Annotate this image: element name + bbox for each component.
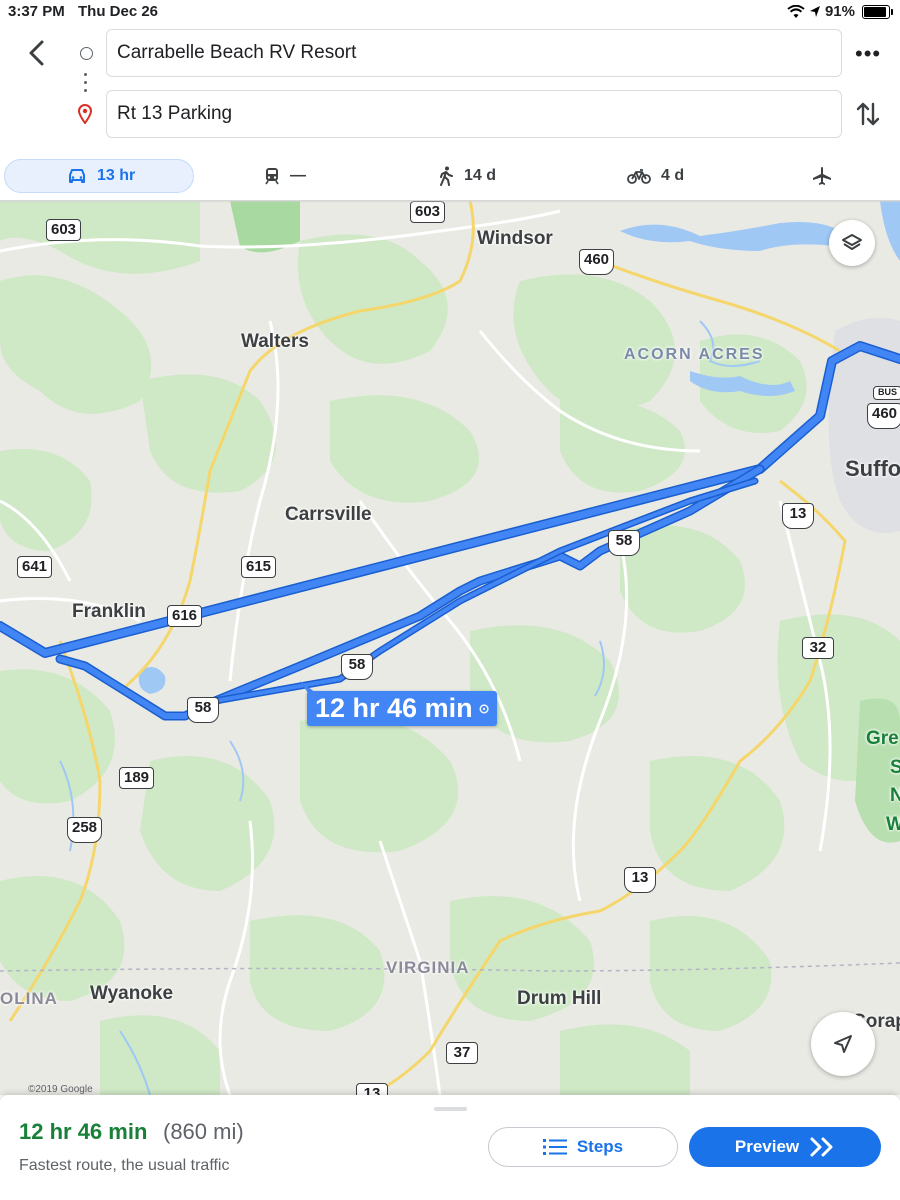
walking-icon [440, 166, 453, 186]
place-label: N [890, 785, 900, 806]
tab-drive-label: 13 hr [97, 167, 136, 184]
route-distance: (860 mi) [163, 1119, 244, 1144]
swap-icon[interactable] [856, 100, 880, 128]
tab-bike-label: 4 d [661, 167, 685, 184]
status-time: 3:37 PM [8, 3, 65, 20]
route-shield: 37 [446, 1042, 478, 1064]
map-copyright: ©2019 Google [28, 1084, 93, 1095]
route-shield: 460 [867, 403, 900, 429]
route-shield: 258 [67, 817, 103, 843]
status-right: 91% [787, 3, 893, 20]
train-icon [265, 168, 279, 185]
car-icon [69, 169, 85, 183]
tabs-divider [0, 200, 900, 203]
sheet-grabber[interactable] [434, 1107, 467, 1111]
wifi-icon [787, 4, 805, 18]
steps-button[interactable]: Steps [488, 1127, 678, 1167]
route-shield: 58 [608, 530, 640, 556]
route-shield: 460 [579, 249, 615, 275]
route-shield: 13 [356, 1083, 388, 1095]
destination-field[interactable]: Rt 13 Parking [106, 90, 842, 138]
place-label: W [886, 814, 900, 835]
place-label: OLINA [0, 989, 58, 1008]
airplane-icon [813, 167, 831, 185]
route-connector-icon [84, 73, 88, 97]
status-bar: 3:37 PM Thu Dec 26 91% [0, 0, 900, 24]
origin-circle-icon [80, 47, 93, 60]
bicycle-icon [627, 169, 651, 184]
my-location-button[interactable] [811, 1012, 875, 1076]
tab-transit[interactable]: — [264, 159, 306, 193]
place-label: Franklin [72, 601, 146, 622]
place-label: Gre [866, 728, 899, 749]
battery-percent: 91% [824, 3, 855, 20]
status-date: Thu Dec 26 [78, 3, 159, 20]
tab-walk-label: 14 d [464, 167, 497, 184]
route-shield: BUS [873, 386, 900, 400]
place-label: S [890, 757, 900, 778]
place-label: ACORN ACRES [624, 346, 765, 363]
navigation-arrow-icon [834, 1035, 852, 1053]
place-label: Windsor [477, 228, 553, 249]
place-label: Drum Hill [517, 988, 602, 1009]
list-icon [542, 1139, 567, 1155]
place-label: Walters [241, 331, 309, 352]
route-shield: 603 [410, 201, 446, 223]
place-label: Suffo [845, 456, 900, 481]
place-label: Wyanoke [90, 983, 174, 1004]
route-shield: 616 [167, 605, 203, 627]
tab-transit-label: — [290, 167, 306, 184]
route-shield: 189 [119, 767, 155, 789]
route-shield: 641 [17, 556, 53, 578]
more-options-icon[interactable]: ••• [855, 43, 881, 65]
tab-drive[interactable]: 13 hr [4, 159, 194, 193]
map-view[interactable]: Windsor Walters ACORN ACRES Suffo Carrsv… [0, 201, 900, 1095]
route-shield: 603 [46, 219, 82, 241]
route-shield: 58 [341, 654, 373, 680]
route-duration: 12 hr 46 min [19, 1119, 148, 1144]
alternate-route-icon: ⊙ [478, 700, 490, 716]
route-duration-callout[interactable]: 12 hr 46 min ⊙ [307, 691, 498, 726]
battery-icon [862, 4, 893, 19]
route-shield: 58 [187, 697, 219, 723]
route-duration-text: 12 hr 46 min [315, 693, 473, 723]
place-label: VIRGINIA [386, 958, 470, 977]
origin-field[interactable]: Carrabelle Beach RV Resort [106, 29, 842, 77]
double-chevron-right-icon [810, 1137, 833, 1157]
route-shield: 32 [802, 637, 834, 659]
location-arrow-icon [809, 6, 820, 17]
route-summary-sheet[interactable]: 12 hr 46 min (860 mi) Fastest route, the… [0, 1095, 900, 1200]
travel-mode-tabs: 13 hr — 14 d 4 d [0, 152, 900, 200]
place-label: Carrsville [285, 504, 372, 525]
destination-pin-icon [78, 104, 92, 124]
preview-button[interactable]: Preview [689, 1127, 881, 1167]
steps-label: Steps [576, 1137, 624, 1156]
route-shield: 615 [241, 556, 277, 578]
route-shield: 13 [782, 503, 814, 529]
back-icon[interactable] [22, 36, 52, 70]
tab-flight[interactable] [812, 159, 832, 193]
layers-icon [842, 234, 862, 250]
tab-walk[interactable]: 14 d [438, 159, 496, 193]
route-shield: 13 [624, 867, 656, 893]
layers-button[interactable] [829, 220, 875, 266]
tab-bike[interactable]: 4 d [627, 159, 684, 193]
preview-label: Preview [734, 1137, 800, 1156]
route-description: Fastest route, the usual traffic [19, 1157, 230, 1174]
